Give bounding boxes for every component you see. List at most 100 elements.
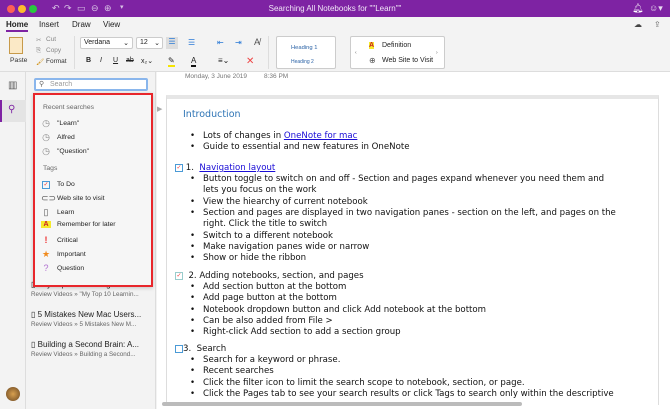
tag-item-todo[interactable]: ✓ To Do xyxy=(41,179,75,189)
result-path: Review Videos » Building a Second... xyxy=(31,351,136,358)
paste-button[interactable]: Paste xyxy=(10,57,27,64)
tag-item-question[interactable]: ? Question xyxy=(41,263,84,273)
history-icon: ◷ xyxy=(42,132,50,142)
horizontal-scrollbar[interactable] xyxy=(162,402,522,406)
share-icon[interactable]: ⇪ xyxy=(654,20,661,29)
tab-view[interactable]: View xyxy=(103,20,120,29)
italic-button[interactable]: I xyxy=(100,57,102,64)
page-content: Monday, 3 June 2019 8:36 PM ▶ Introducti… xyxy=(157,72,670,409)
search-suggestions-dropdown: Recent searches ◷ "Learn" ◷ Alfred ◷ "Quest… xyxy=(33,93,153,287)
bullets-button[interactable]: ☰ xyxy=(166,37,178,49)
navigation-rail: ▥ ⚲ xyxy=(0,72,26,409)
section-1-heading: ✓ 1. Navigation layout xyxy=(175,163,275,173)
todo-checkbox-icon: ✓ xyxy=(42,180,50,189)
book-icon: ▯ xyxy=(43,207,49,217)
sync-icon[interactable]: ☁ xyxy=(634,20,642,29)
style-heading-2[interactable]: Heading 2 xyxy=(291,59,314,65)
result-path: Review Videos » "My Top 10 Learnin... xyxy=(31,291,139,298)
title-bar: ↶ ↷ ▭ ⊖ ⊕ ▾ Searching All Notebooks for … xyxy=(0,0,670,17)
definition-icon: A xyxy=(369,42,375,49)
bullet-item: Search for a keyword or phrase. xyxy=(190,355,340,365)
strikethrough-button[interactable]: ab xyxy=(126,57,134,64)
todo-checkbox-unchecked[interactable]: ✓ xyxy=(175,344,183,353)
tags-gallery[interactable]: ‹ › A Definition ⊕ Web Site to Visit xyxy=(350,36,445,69)
bullet-item: Add section button at the bottom xyxy=(190,282,346,292)
bullet-item: Notebook dropdown button and click Add n… xyxy=(190,305,486,315)
bullet-item: Click the Pages tab to see your search r… xyxy=(190,389,614,399)
onenote-link[interactable]: OneNote for mac xyxy=(284,131,357,141)
format-painter-button[interactable]: Format xyxy=(46,58,67,65)
account-icon[interactable]: ☺▾ xyxy=(649,3,663,14)
note-container[interactable]: Introduction Lots of changes in OneNote … xyxy=(166,95,659,405)
bullet-item: Right-click Add section to add a section… xyxy=(190,327,401,337)
search-result[interactable]: ▯ Building a Second Brain: A... Review Vi… xyxy=(31,340,153,358)
item-label: Web site to visit xyxy=(57,195,105,202)
subscript-button[interactable]: x₂⌄ xyxy=(141,57,153,65)
tab-insert[interactable]: Insert xyxy=(39,20,59,29)
text: Search xyxy=(196,344,227,354)
notification-bell-icon[interactable]: 🔔︎ xyxy=(632,3,643,14)
search-result[interactable]: ▯ 5 Mistakes New Mac Users... Review Vide… xyxy=(31,310,153,328)
magnifier-icon: ⚲ xyxy=(39,81,45,88)
numbering-button[interactable]: ☰ xyxy=(188,38,195,47)
tab-home[interactable]: Home xyxy=(6,20,29,32)
tag-item-important[interactable]: ★ Important xyxy=(41,249,86,260)
result-title: 5 Mistakes New Mac Users... xyxy=(37,310,142,319)
search-input[interactable]: ⚲ Search xyxy=(34,78,148,91)
search-nav-button[interactable]: ⚲ xyxy=(0,100,26,122)
clear-formatting-button[interactable]: A̸ xyxy=(254,37,260,47)
navigation-layout-link[interactable]: Navigation layout xyxy=(199,163,275,173)
tag-item-web-site[interactable]: ⊂⊃ Web site to visit xyxy=(41,193,104,204)
notebooks-icon[interactable]: ▥ xyxy=(8,80,17,91)
ribbon: Paste ✂ Cut ⎘ Copy 🖌︎ Format Verdana ⌄ 12… xyxy=(0,33,670,72)
recent-search-item[interactable]: ◷ Alfred xyxy=(41,132,75,143)
ribbon-tabs: Home Insert Draw View ☁ ⇪ xyxy=(0,17,670,33)
text: 2. Adding notebooks, section, and pages xyxy=(188,271,364,281)
recent-search-item[interactable]: ◷ "Question" xyxy=(41,146,89,157)
underline-button[interactable]: U xyxy=(113,57,118,64)
avatar[interactable] xyxy=(6,387,20,401)
tag-web-site[interactable]: Web Site to Visit xyxy=(382,57,433,64)
copy-button[interactable]: Copy xyxy=(46,47,61,54)
font-size-select[interactable]: 12 ⌄ xyxy=(136,37,163,49)
question-icon: ? xyxy=(43,263,49,273)
bullet-item: Lots of changes in OneNote for mac xyxy=(190,131,357,141)
tab-draw[interactable]: Draw xyxy=(72,20,91,29)
font-color-button[interactable]: A xyxy=(191,56,197,67)
item-label: To Do xyxy=(57,180,75,188)
item-label: Learn xyxy=(57,209,75,216)
page-heading: Introduction xyxy=(183,109,241,120)
font-select[interactable]: Verdana ⌄ xyxy=(80,37,133,49)
scroll-right-icon[interactable]: › xyxy=(436,50,438,56)
style-heading-1[interactable]: Heading 1 xyxy=(291,45,317,51)
tag-item-learn[interactable]: ▯ Learn xyxy=(41,207,75,218)
number: 1. xyxy=(185,163,194,173)
cut-button[interactable]: Cut xyxy=(46,36,56,43)
todo-checkbox-checked[interactable]: ✓ xyxy=(175,271,183,280)
indent-button[interactable]: ⇥ xyxy=(235,38,242,47)
delete-icon[interactable]: ✕ xyxy=(246,56,254,67)
align-button[interactable]: ≡⌄ xyxy=(218,56,229,65)
highlight-button[interactable]: ✎ xyxy=(168,56,175,67)
item-label: Important xyxy=(57,251,86,258)
paste-icon[interactable] xyxy=(9,37,23,54)
bold-button[interactable]: B xyxy=(86,57,91,64)
expand-handle-icon[interactable]: ▶ xyxy=(157,105,162,113)
todo-checkbox-checked[interactable]: ✓ xyxy=(175,163,183,172)
recent-searches-header: Recent searches xyxy=(43,104,95,111)
item-label: Critical xyxy=(57,236,78,244)
scroll-left-icon[interactable]: ‹ xyxy=(355,50,357,56)
tag-definition[interactable]: Definition xyxy=(382,42,411,49)
bullet-item: Recent searches xyxy=(190,366,274,376)
tags-header: Tags xyxy=(43,165,58,172)
bullet-item: lets you focus on the work xyxy=(203,185,317,196)
bullet-item: Section and pages are displayed in two n… xyxy=(190,208,616,218)
number: 3. xyxy=(183,344,192,354)
result-path: Review Videos » 5 Mistakes New M... xyxy=(31,321,137,328)
outdent-button[interactable]: ⇤ xyxy=(217,38,224,47)
tag-item-critical[interactable]: ! Critical xyxy=(41,235,78,245)
tag-item-remember[interactable]: A Remember for later xyxy=(41,221,116,228)
styles-gallery[interactable]: Heading 1 Heading 2 xyxy=(276,36,336,69)
page-icon: ▯ xyxy=(31,340,38,349)
recent-search-item[interactable]: ◷ "Learn" xyxy=(41,118,79,129)
